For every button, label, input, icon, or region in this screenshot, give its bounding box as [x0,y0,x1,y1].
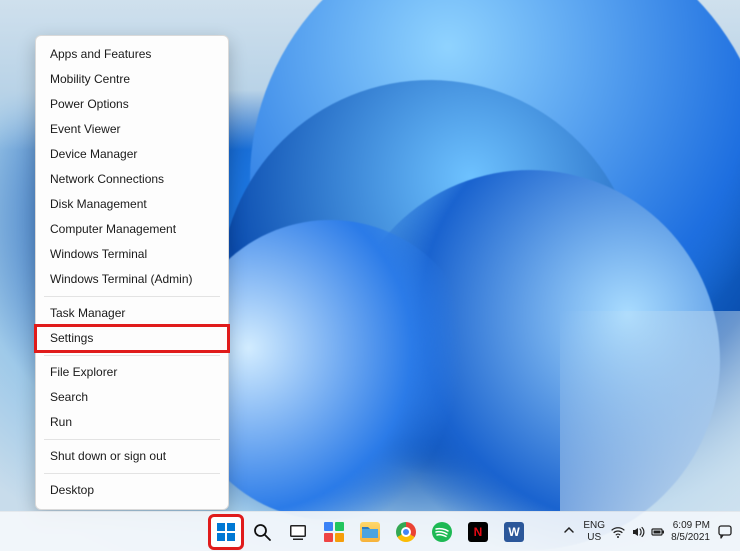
menu-item-label: Search [50,390,88,404]
menu-item-shut-down-or-sign-out[interactable]: Shut down or sign out [36,444,228,469]
clock-time: 6:09 PM [671,520,710,532]
menu-item-windows-terminal-admin[interactable]: Windows Terminal (Admin) [36,267,228,292]
menu-separator [44,296,220,297]
menu-item-label: Desktop [50,483,94,497]
menu-item-disk-management[interactable]: Disk Management [36,192,228,217]
menu-item-apps-and-features[interactable]: Apps and Features [36,42,228,67]
menu-separator [44,439,220,440]
tray-status-icons[interactable] [611,525,665,539]
menu-item-network-connections[interactable]: Network Connections [36,167,228,192]
menu-item-event-viewer[interactable]: Event Viewer [36,117,228,142]
menu-item-label: Power Options [50,97,129,111]
task-view-icon [288,522,308,542]
battery-icon [651,525,665,539]
menu-item-label: Network Connections [50,172,164,186]
clock-date: 8/5/2021 [671,532,710,544]
word-icon: W [504,522,524,542]
language-button[interactable]: ENG US [583,520,605,544]
file-explorer-icon [360,522,380,542]
menu-item-label: Mobility Centre [50,72,130,86]
menu-item-label: Windows Terminal [50,247,147,261]
menu-separator [44,473,220,474]
wifi-icon [611,525,625,539]
menu-item-search[interactable]: Search [36,385,228,410]
menu-item-label: Computer Management [50,222,176,236]
menu-item-label: Windows Terminal (Admin) [50,272,192,286]
netflix-icon: N [468,522,488,542]
menu-item-device-manager[interactable]: Device Manager [36,142,228,167]
chrome-icon [396,522,416,542]
taskbar: N W ENG US [0,511,740,551]
menu-item-computer-management[interactable]: Computer Management [36,217,228,242]
menu-item-label: Disk Management [50,197,147,211]
word-button[interactable]: W [498,516,530,548]
menu-item-label: Shut down or sign out [50,449,166,463]
menu-item-desktop[interactable]: Desktop [36,478,228,503]
widgets-icon [324,522,344,542]
volume-icon [631,525,645,539]
menu-item-windows-terminal[interactable]: Windows Terminal [36,242,228,267]
language-secondary: US [583,532,605,544]
chevron-up-icon [563,524,575,536]
netflix-button[interactable]: N [462,516,494,548]
menu-item-file-explorer[interactable]: File Explorer [36,360,228,385]
menu-item-label: Event Viewer [50,122,120,136]
menu-item-power-options[interactable]: Power Options [36,92,228,117]
start-context-menu: Apps and Features Mobility Centre Power Op… [35,35,229,510]
menu-item-mobility-centre[interactable]: Mobility Centre [36,67,228,92]
menu-item-task-manager[interactable]: Task Manager [36,301,228,326]
menu-item-label: File Explorer [50,365,117,379]
menu-separator [44,355,220,356]
tray-overflow-button[interactable] [561,524,577,539]
menu-item-label: Task Manager [50,306,125,320]
file-explorer-button[interactable] [354,516,386,548]
menu-item-run[interactable]: Run [36,410,228,435]
start-button[interactable] [210,516,242,548]
wallpaper-gradient-bottom [560,311,740,511]
menu-item-label: Run [50,415,72,429]
menu-item-label: Device Manager [50,147,137,161]
language-primary: ENG [583,520,605,532]
chrome-button[interactable] [390,516,422,548]
notifications-button[interactable] [716,523,734,541]
menu-item-label: Apps and Features [50,47,151,61]
spotify-icon [432,522,452,542]
search-button[interactable] [246,516,278,548]
clock-button[interactable]: 6:09 PM 8/5/2021 [671,520,710,544]
search-icon [252,522,272,542]
system-tray: ENG US 6:09 PM 8/5/2021 [561,512,734,551]
taskbar-center: N W [210,512,530,551]
task-view-button[interactable] [282,516,314,548]
menu-item-label: Settings [50,331,93,345]
spotify-button[interactable] [426,516,458,548]
widgets-button[interactable] [318,516,350,548]
notifications-icon [717,524,733,540]
windows-logo-icon [216,522,236,542]
menu-item-settings[interactable]: Settings [36,326,228,351]
desktop: Apps and Features Mobility Centre Power Op… [0,0,740,551]
